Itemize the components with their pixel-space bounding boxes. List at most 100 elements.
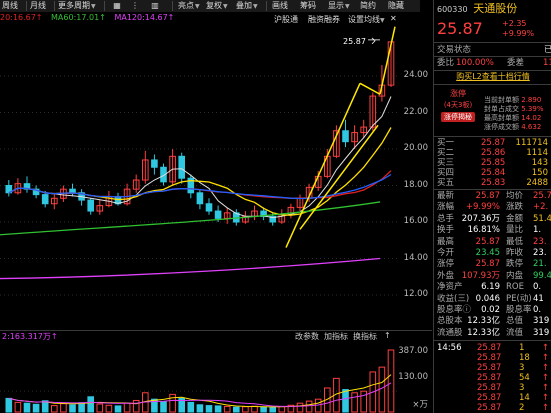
display-button[interactable]: 显示▼ bbox=[328, 0, 350, 12]
volume-bar bbox=[96, 403, 104, 413]
stat-row: 涨幅 +9.99% 涨跌 +2. bbox=[437, 202, 551, 212]
stat-label: 最新 bbox=[437, 191, 455, 201]
overlay-button[interactable]: 叠加▼ bbox=[236, 0, 258, 12]
stat-label: 流值 bbox=[506, 327, 524, 338]
stat-row: 外盘 107.93万 内盘 99.4 bbox=[437, 271, 551, 281]
add-indicator-button[interactable]: 加指标 bbox=[324, 331, 348, 342]
trendline bbox=[285, 82, 361, 248]
volume-axis-label: 387.00 bbox=[398, 346, 428, 356]
trade-row: 25.87 2 ↑ bbox=[437, 403, 551, 413]
stat-value: 99.4 bbox=[533, 270, 551, 281]
volume-bar bbox=[114, 405, 122, 413]
volume-bar bbox=[296, 402, 304, 413]
period-month-button[interactable]: 月线 bbox=[30, 0, 46, 12]
chevron-down-icon: ▼ bbox=[380, 17, 385, 24]
stat-value: 23. bbox=[533, 236, 547, 247]
chart-type-icon[interactable]: ▥ bbox=[148, 0, 162, 12]
limit-info-value: 4.632 bbox=[521, 123, 542, 131]
price-axis-label: 24.00 bbox=[403, 70, 428, 80]
trade-price: 25.87 bbox=[477, 393, 502, 403]
trade-price: 25.87 bbox=[477, 403, 502, 413]
toolbar-divider bbox=[26, 1, 27, 11]
bid-volume: 2488 bbox=[526, 178, 548, 188]
stat-label: 均价 bbox=[506, 191, 524, 201]
buy-l2-link[interactable]: 购买L2查看十档行情 bbox=[434, 72, 551, 82]
ma20-value: 20:16.67↑ bbox=[0, 13, 43, 22]
trade-volume: 54 bbox=[519, 373, 530, 383]
trade-price: 25.87 bbox=[477, 343, 502, 353]
price-change: +2.35 bbox=[502, 19, 527, 28]
switch-indicator-button[interactable]: 换指标 bbox=[353, 331, 377, 342]
limit-up-days: (4天3板) bbox=[443, 101, 473, 109]
volume-bar bbox=[123, 402, 131, 413]
hide-button[interactable]: 隐藏 bbox=[388, 0, 404, 12]
stat-value: 319 bbox=[533, 327, 550, 338]
limit-reveal-button[interactable]: 涨停揭秘 bbox=[441, 112, 475, 122]
divider bbox=[434, 42, 551, 43]
current-price: 25.87 bbox=[437, 19, 483, 38]
limit-info-row: 封单占成交 5.39% bbox=[484, 105, 543, 114]
stat-value: 0.046 bbox=[475, 293, 500, 304]
ma-legend: 20:16.67↑ MA60:17.01↑ MA120:14.67↑ bbox=[0, 13, 180, 24]
stat-value: 0.02 bbox=[481, 305, 500, 315]
bid-row: 买五 25.83 2488 bbox=[437, 178, 551, 188]
trade-time: 14:56 bbox=[437, 343, 462, 353]
stat-row: 换手 16.81% 量比 1. bbox=[437, 225, 551, 235]
simple-button[interactable]: 简约 bbox=[360, 0, 376, 12]
close-icon[interactable]: ✕ bbox=[390, 14, 397, 23]
change-params-button[interactable]: 改参数 bbox=[295, 331, 319, 342]
trade-price: 25.87 bbox=[477, 383, 502, 393]
stat-row: 最新 25.87 均价 25.7 bbox=[437, 191, 551, 201]
peak-marker-arrow bbox=[371, 37, 376, 45]
trade-volume: 3 bbox=[519, 383, 525, 393]
stat-label: 量比 bbox=[506, 225, 524, 236]
volume-bar bbox=[269, 407, 276, 413]
highlight-button[interactable]: 亮点▼ bbox=[178, 0, 200, 12]
limit-info-label: 涨停成交额 bbox=[484, 123, 519, 131]
stat-value: 23.45 bbox=[475, 248, 500, 258]
limit-info: 当前封单额 2.890 封单占成交 5.39% 最高封单额 14.02 涨停成交… bbox=[484, 96, 543, 132]
stat-value: 41 bbox=[533, 293, 544, 304]
stat-label: 内盘 bbox=[506, 270, 524, 281]
dots-icon[interactable]: ⋮ bbox=[128, 0, 142, 12]
bid-price: 25.84 bbox=[481, 168, 506, 178]
buy-direction-icon: ↑ bbox=[541, 353, 549, 363]
bid-price: 25.86 bbox=[481, 148, 506, 158]
stat-label: 金额 bbox=[506, 213, 524, 224]
draw-button[interactable]: 画线 bbox=[272, 0, 288, 12]
more-periods-button[interactable]: 更多周期▼ bbox=[58, 0, 96, 12]
stat-label: 最高 bbox=[437, 236, 455, 247]
price-axis-label: 16.00 bbox=[403, 216, 428, 226]
trade-volume: 18 bbox=[519, 353, 530, 363]
trade-row: 14:56 25.87 1 ↑ bbox=[437, 343, 551, 353]
bid-book: 买一 25.87 111714 买二 25.86 1114 买三 25.85 143 买四 25.8… bbox=[434, 137, 551, 189]
grid-icon[interactable]: ▦ bbox=[110, 0, 124, 12]
volume-bar bbox=[187, 401, 195, 413]
adjust-button[interactable]: 复权▼ bbox=[206, 0, 228, 12]
price-axis-label: 14.00 bbox=[403, 252, 428, 263]
chips-button[interactable]: 筹码 bbox=[300, 0, 316, 12]
volume-chart[interactable] bbox=[0, 344, 400, 413]
arrow-up-icon[interactable]: ↑ bbox=[384, 331, 391, 340]
candle-body bbox=[69, 188, 76, 194]
bid-volume: 150 bbox=[531, 168, 548, 178]
stat-label: 涨跌 bbox=[506, 202, 524, 213]
stat-value: 51.4 bbox=[533, 213, 551, 224]
stat-value: 12.33亿 bbox=[467, 327, 500, 338]
volume-bar bbox=[105, 404, 113, 413]
limit-info-row: 涨停成交额 4.632 bbox=[484, 123, 543, 132]
limit-info-row: 最高封单额 14.02 bbox=[484, 114, 543, 123]
stat-row: 流通股 12.33亿 流值 319 bbox=[437, 328, 551, 338]
trade-price: 25.87 bbox=[477, 353, 502, 363]
period-week-button[interactable]: 周线 bbox=[2, 0, 18, 12]
volume-bar bbox=[196, 404, 204, 413]
bid-price: 25.83 bbox=[481, 178, 506, 188]
stat-label: 今开 bbox=[437, 248, 455, 258]
candlestick-chart[interactable] bbox=[0, 24, 400, 326]
trade-row: 25.87 18 ↑ bbox=[437, 353, 551, 363]
stat-value: +9.99% bbox=[465, 202, 500, 213]
adjust-label: 复权 bbox=[206, 1, 222, 10]
candle-body bbox=[214, 210, 222, 219]
stat-value: 0. bbox=[533, 305, 542, 315]
volume-legend: 2:163.317万↑ bbox=[2, 332, 58, 341]
